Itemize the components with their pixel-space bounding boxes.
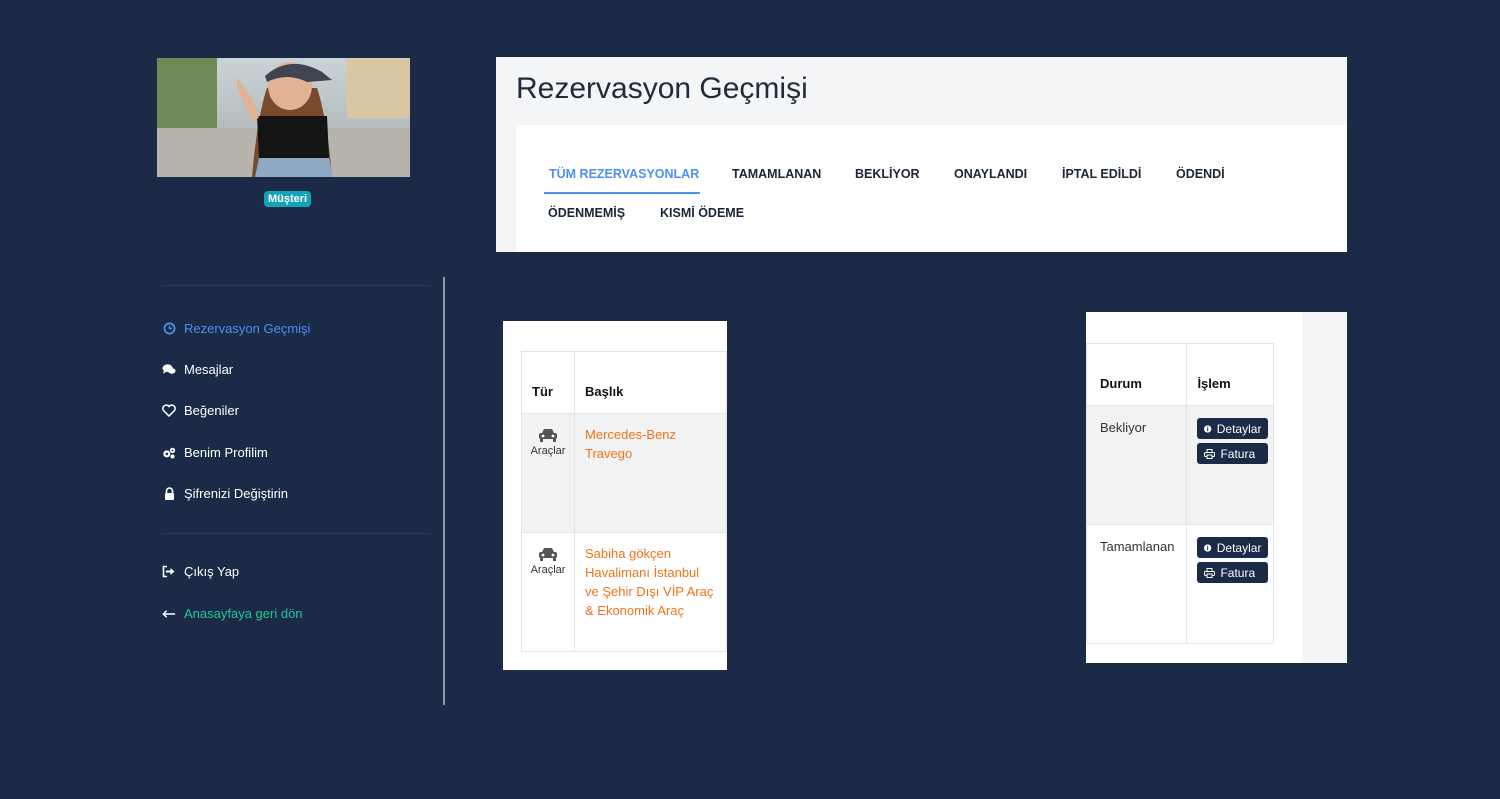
sidebar-divider xyxy=(162,285,430,286)
logout-label: Çıkış Yap xyxy=(184,564,240,579)
page-title: Rezervasyon Geçmişi xyxy=(516,72,808,105)
tab-all-reservations[interactable]: TÜM REZERVASYONLAR xyxy=(549,167,699,181)
tab-pending[interactable]: BEKLİYOR xyxy=(855,167,920,181)
sidebar-item-label: Şifrenizi Değiştirin xyxy=(184,486,289,501)
comments-icon xyxy=(162,363,176,377)
details-label: Detaylar xyxy=(1216,421,1262,436)
type-cell: Araçlar xyxy=(521,532,575,652)
table-header-row: Durum İşlem xyxy=(1085,343,1274,406)
status-cell: Bekliyor xyxy=(1085,405,1188,525)
cogs-icon xyxy=(162,446,176,460)
reservation-title-link[interactable]: Mercedes-Benz Travego xyxy=(574,413,727,533)
arrow-left-icon xyxy=(162,607,176,621)
home-label: Anasayfaya geri dön xyxy=(184,606,303,621)
print-icon xyxy=(1204,567,1216,578)
print-icon xyxy=(1204,448,1216,459)
table-row: Tamamlanan Detaylar Fatura xyxy=(1085,524,1274,644)
profile-photo xyxy=(157,58,410,177)
column-header-action: İşlem xyxy=(1186,343,1274,406)
status-tabs: TÜM REZERVASYONLAR TAMAMLANAN BEKLİYOR O… xyxy=(516,125,1347,252)
column-header-title: Başlık xyxy=(574,351,727,414)
tab-completed[interactable]: TAMAMLANAN xyxy=(732,167,821,181)
tab-cancelled[interactable]: İPTAL EDİLDİ xyxy=(1062,167,1141,181)
sidebar-item-favorites[interactable]: Beğeniler xyxy=(162,403,239,418)
tab-approved[interactable]: ONAYLANDI xyxy=(954,167,1027,181)
car-icon xyxy=(539,548,557,561)
clock-icon xyxy=(162,322,176,336)
action-cell: Detaylar Fatura xyxy=(1186,524,1274,644)
status-cell: Tamamlanan xyxy=(1085,524,1188,644)
tab-unpaid[interactable]: ÖDENMEMİŞ xyxy=(548,206,625,220)
role-badge: Müşteri xyxy=(264,191,312,207)
info-icon xyxy=(1204,424,1212,433)
tab-paid[interactable]: ÖDENDİ xyxy=(1176,167,1225,181)
home-link[interactable]: Anasayfaya geri dön xyxy=(162,606,303,621)
invoice-button[interactable]: Fatura xyxy=(1197,443,1269,464)
sidebar-item-label: Mesajlar xyxy=(184,362,234,377)
header-card: Rezervasyon Geçmişi TÜM REZERVASYONLAR T… xyxy=(496,57,1347,252)
reservations-card: Tür Başlık Araçlar Mercedes-Benz Travego… xyxy=(503,321,727,670)
heart-icon xyxy=(162,404,176,418)
active-tab-indicator xyxy=(544,192,700,194)
details-button[interactable]: Detaylar xyxy=(1197,418,1269,439)
type-cell: Araçlar xyxy=(521,413,575,533)
type-label: Araçlar xyxy=(530,564,566,576)
table-row: Araçlar Sabiha gökçen Havalimanı İstanbu… xyxy=(521,532,727,652)
logout-link[interactable]: Çıkış Yap xyxy=(162,564,239,579)
invoice-label: Fatura xyxy=(1220,565,1256,580)
sign-out-icon xyxy=(162,565,176,579)
status-card: Durum İşlem Bekliyor Detaylar Fatura Tam… xyxy=(1085,312,1347,663)
sidebar-item-messages[interactable]: Mesajlar xyxy=(162,362,233,377)
details-button[interactable]: Detaylar xyxy=(1197,537,1269,558)
invoice-label: Fatura xyxy=(1220,446,1256,461)
sidebar-item-profile[interactable]: Benim Profilim xyxy=(162,445,268,460)
invoice-button[interactable]: Fatura xyxy=(1197,562,1269,583)
sidebar-divider xyxy=(162,533,430,534)
reservations-table: Tür Başlık Araçlar Mercedes-Benz Travego… xyxy=(521,351,727,652)
status-table: Durum İşlem Bekliyor Detaylar Fatura Tam… xyxy=(1085,343,1274,644)
tab-partial-payment[interactable]: KISMİ ÖDEME xyxy=(660,206,744,220)
lock-icon xyxy=(162,487,176,501)
table-row: Bekliyor Detaylar Fatura xyxy=(1085,405,1274,525)
action-cell: Detaylar Fatura xyxy=(1186,405,1274,525)
sidebar-item-change-password[interactable]: Şifrenizi Değiştirin xyxy=(162,486,288,501)
sidebar-item-reservation-history[interactable]: Rezervasyon Geçmişi xyxy=(162,321,310,336)
type-label: Araçlar xyxy=(530,445,566,457)
sidebar-item-label: Benim Profilim xyxy=(184,445,268,460)
sidebar-separator xyxy=(443,277,445,705)
table-header-row: Tür Başlık xyxy=(521,351,727,414)
column-header-status: Durum xyxy=(1085,343,1188,406)
table-row: Araçlar Mercedes-Benz Travego xyxy=(521,413,727,533)
info-icon xyxy=(1204,543,1212,552)
car-icon xyxy=(539,429,557,442)
sidebar-item-label: Rezervasyon Geçmişi xyxy=(184,321,311,336)
sidebar-item-label: Beğeniler xyxy=(184,403,239,418)
details-label: Detaylar xyxy=(1216,540,1262,555)
column-header-type: Tür xyxy=(521,351,575,414)
reservation-title-link[interactable]: Sabiha gökçen Havalimanı İstanbul ve Şeh… xyxy=(574,532,727,652)
